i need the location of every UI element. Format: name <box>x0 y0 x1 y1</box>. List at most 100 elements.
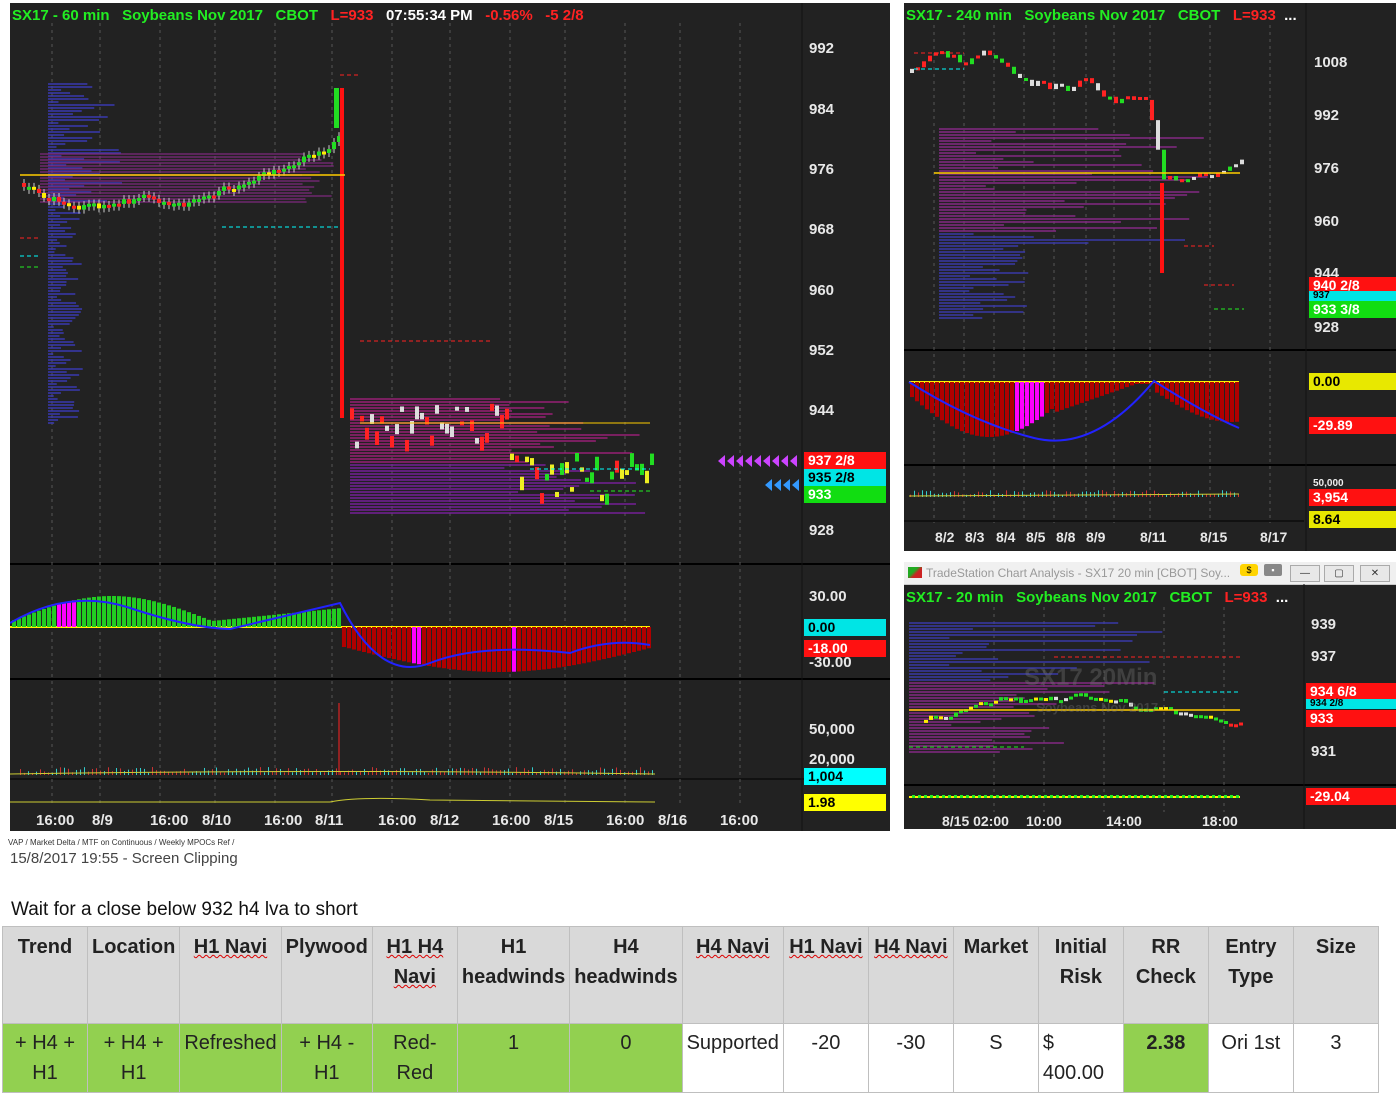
volume-bar <box>188 772 189 775</box>
volume-bar <box>68 768 69 775</box>
oscillator-dot <box>1116 795 1119 798</box>
candle <box>929 715 933 720</box>
volume-bar <box>1194 494 1195 497</box>
oscillator-dot <box>1014 795 1017 798</box>
volume-profile-bar <box>40 156 301 158</box>
osc-tag-zero: 0.00 <box>1309 373 1396 390</box>
volume-bar <box>612 768 613 775</box>
candle <box>964 62 968 66</box>
volume-bar <box>232 771 233 775</box>
volume-profile-bar <box>909 643 989 645</box>
volume-profile-bar <box>939 149 1120 151</box>
oscillator-dot <box>1074 795 1077 798</box>
volume-profile-bar <box>350 476 557 478</box>
chart-60min[interactable]: SX17 - 60 min Soybeans Nov 2017 CBOT L=9… <box>10 3 890 831</box>
candle <box>1024 699 1028 703</box>
candle <box>385 425 389 431</box>
col-header: H1 headwinds <box>456 926 571 1024</box>
candle <box>1078 80 1082 87</box>
oscillator-bar <box>267 615 271 627</box>
volume-profile-bar <box>48 92 71 94</box>
volume-profile-bar <box>48 212 81 214</box>
volume-profile-bar <box>40 177 312 179</box>
volume-profile-bar <box>48 242 60 244</box>
volume-profile-bar <box>350 410 512 412</box>
candle <box>1224 720 1228 724</box>
candle <box>1234 164 1238 168</box>
chart-240min[interactable]: SX17 - 240 min Soybeans Nov 2017 CBOT L=… <box>904 3 1396 551</box>
oscillator-bar <box>1075 382 1079 405</box>
volume-profile-bar <box>939 248 1004 250</box>
cell-h1h4-navi: Red-Red <box>371 1023 458 1093</box>
volume-profile-bar <box>350 467 505 469</box>
volume-profile-bar <box>909 721 981 723</box>
oscillator-bar <box>422 627 426 666</box>
volume-bar <box>216 767 217 775</box>
price-axis-label: 939 <box>1311 616 1337 633</box>
oscillator-bar <box>1010 382 1014 433</box>
oscillator-dot <box>918 795 921 798</box>
time-axis-label: 8/15 02:00 <box>942 813 1009 829</box>
price-axis-label: 992 <box>1314 107 1340 124</box>
candle <box>307 154 311 158</box>
candle <box>1012 66 1016 74</box>
col-header: H4 Navi <box>681 926 784 1024</box>
oscillator-bar <box>1050 382 1054 410</box>
candle <box>1199 715 1203 719</box>
volume-profile-bar <box>939 233 974 235</box>
volume-bar <box>60 767 61 775</box>
candle <box>217 190 221 196</box>
oscillator-bar <box>1110 382 1114 393</box>
volume-profile-bar <box>48 377 71 379</box>
volume-profile-bar <box>48 134 65 136</box>
volume-profile-bar <box>48 329 63 331</box>
volume-profile-bar <box>939 146 1177 148</box>
volume-profile-bar <box>909 646 987 648</box>
candle <box>450 426 454 438</box>
oscillator-dot <box>1164 795 1167 798</box>
volume-bar <box>312 772 313 775</box>
workspace-tabs[interactable]: VAP / Market Delta / MTF on Continuous /… <box>8 838 234 847</box>
chart-240min-title: SX17 - 240 min Soybeans Nov 2017 CBOT L=… <box>906 7 1297 24</box>
candle <box>1030 79 1034 86</box>
candle <box>988 50 992 56</box>
volume-bar <box>284 772 285 775</box>
volume-bar <box>1042 491 1043 497</box>
candle <box>390 436 394 448</box>
volume-bar <box>556 771 557 775</box>
volume-bar <box>572 769 573 775</box>
oscillator-dot <box>1110 795 1113 798</box>
volume-profile-bar <box>909 727 1050 729</box>
time-axis-label: 16:00 <box>264 812 303 829</box>
volume-bar <box>560 768 561 775</box>
volume-profile-bar <box>350 404 510 406</box>
volume-profile-bar <box>48 413 60 415</box>
oscillator-bar <box>572 627 576 666</box>
oscillator-bar <box>392 627 396 660</box>
candle <box>555 491 559 498</box>
cell-entry-type: Ori 1st <box>1207 1023 1294 1093</box>
oscillator-dot <box>1140 795 1143 798</box>
candle <box>312 154 316 158</box>
candle <box>340 88 344 418</box>
volume-profile-bar <box>939 131 1016 133</box>
volume-profile-bar <box>48 380 68 382</box>
oscillator-dot <box>1218 795 1221 798</box>
volume-bar <box>1166 494 1167 497</box>
volume-bar <box>596 770 597 775</box>
oscillator-dot <box>1206 795 1209 798</box>
candle <box>595 456 599 471</box>
volume-bar <box>600 767 601 775</box>
oscillator-bar <box>377 627 381 656</box>
candle <box>232 188 236 192</box>
candle <box>610 471 614 480</box>
osc-tag-value: -29.89 <box>1309 417 1396 434</box>
oscillator-dot <box>1152 795 1155 798</box>
chart-20min-window[interactable]: TradeStation Chart Analysis - SX17 20 mi… <box>904 562 1396 829</box>
volume-bar <box>1114 490 1115 497</box>
time-axis-label: 8/11 <box>1140 529 1167 545</box>
oscillator-bar <box>467 627 471 671</box>
candle <box>82 205 86 210</box>
volume-profile-bar <box>48 233 76 235</box>
volume-profile-bar <box>909 637 950 639</box>
